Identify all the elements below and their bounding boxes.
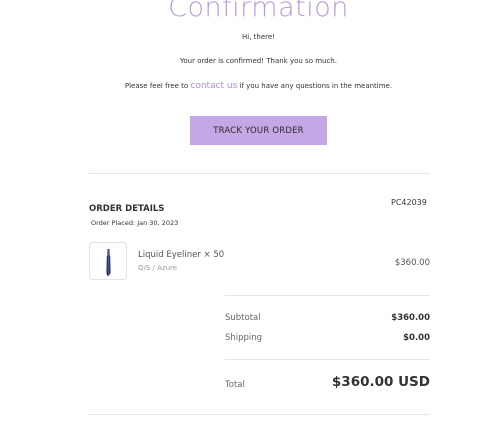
total-label: Total	[225, 380, 245, 390]
track-order-button[interactable]: TRACK YOUR ORDER	[190, 116, 327, 145]
item-name: Liquid Eyeliner × 50	[138, 250, 225, 260]
contact-prefix-text: Please feel free to	[124, 82, 189, 90]
shipping-label: Shipping	[225, 333, 263, 343]
order-placed-date: Order Placed: Jan 30, 2023	[91, 219, 179, 227]
page-title: Confirmation	[168, 0, 349, 23]
order-number: PC42039	[391, 198, 427, 207]
confirmation-text: Your order is confirmed! Thank you so mu…	[180, 57, 337, 65]
product-thumbnail	[89, 242, 127, 280]
summary-divider	[225, 295, 430, 296]
greeting-text: Hi, there!	[242, 33, 275, 41]
shipping-value: $0.00	[403, 333, 430, 343]
eyeliner-product-icon	[106, 249, 111, 276]
contact-us-link[interactable]: contact us	[190, 81, 237, 91]
total-value: $360.00 USD	[331, 374, 430, 390]
bottom-divider	[89, 414, 430, 415]
contact-suffix-text: if you have any questions in the meantim…	[239, 82, 393, 90]
section-divider	[89, 173, 430, 174]
subtotal-value: $360.00	[391, 313, 430, 323]
item-price: $360.00	[394, 258, 430, 268]
contact-paragraph: Please feel free to contact us if you ha…	[0, 81, 500, 91]
item-variant: O/S / Azure	[138, 264, 178, 272]
total-divider	[225, 359, 430, 360]
order-details-heading: ORDER DETAILS	[89, 204, 165, 214]
subtotal-label: Subtotal	[225, 313, 261, 323]
